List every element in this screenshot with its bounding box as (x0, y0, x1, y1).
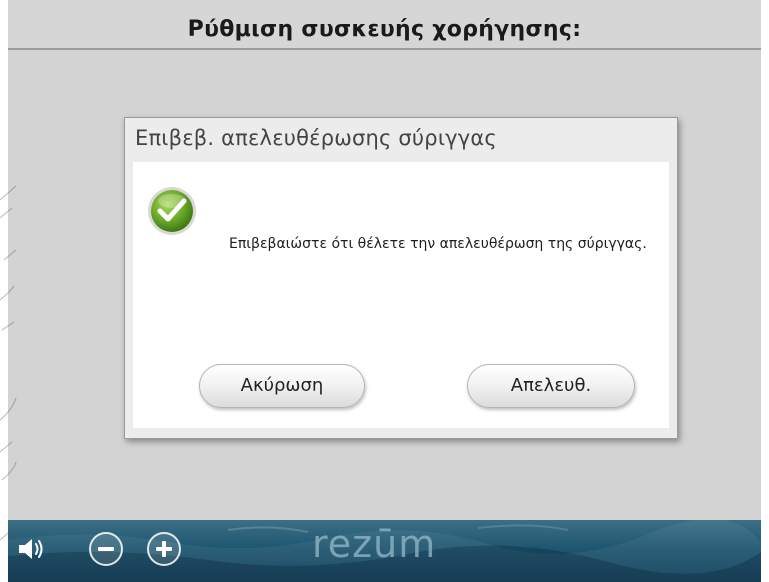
page-title: Ρύθμιση συσκευής χορήγησης: (187, 17, 582, 42)
rezum-logo: rezūm (312, 522, 437, 566)
release-button[interactable]: Απελευθ. (467, 364, 635, 408)
dialog-body: Επιβεβαιώστε ότι θέλετε την απελευθέρωση… (133, 162, 669, 428)
volume-up-icon[interactable] (146, 531, 182, 567)
dialog-title: Επιβεβ. απελευθέρωσης σύριγγας (135, 126, 497, 150)
screen-title-bar: Ρύθμιση συσκευής χορήγησης: (8, 0, 761, 50)
volume-down-icon[interactable] (88, 531, 124, 567)
confirm-syringe-release-dialog: Επιβεβ. απελευθέρωσης σύριγγας Επιβεβαιώ… (124, 117, 678, 439)
dialog-header: Επιβεβ. απελευθέρωσης σύριγγας (125, 118, 677, 162)
speaker-icon[interactable] (16, 534, 46, 564)
check-circle-icon (148, 187, 196, 235)
dialog-message: Επιβεβαιώστε ότι θέλετε την απελευθέρωση… (229, 236, 647, 252)
bottom-control-bar: rezūm (8, 520, 761, 582)
cancel-button[interactable]: Ακύρωση (199, 364, 365, 408)
device-screen: Ρύθμιση συσκευής χορήγησης: Επιβεβ. απελ… (8, 0, 761, 582)
